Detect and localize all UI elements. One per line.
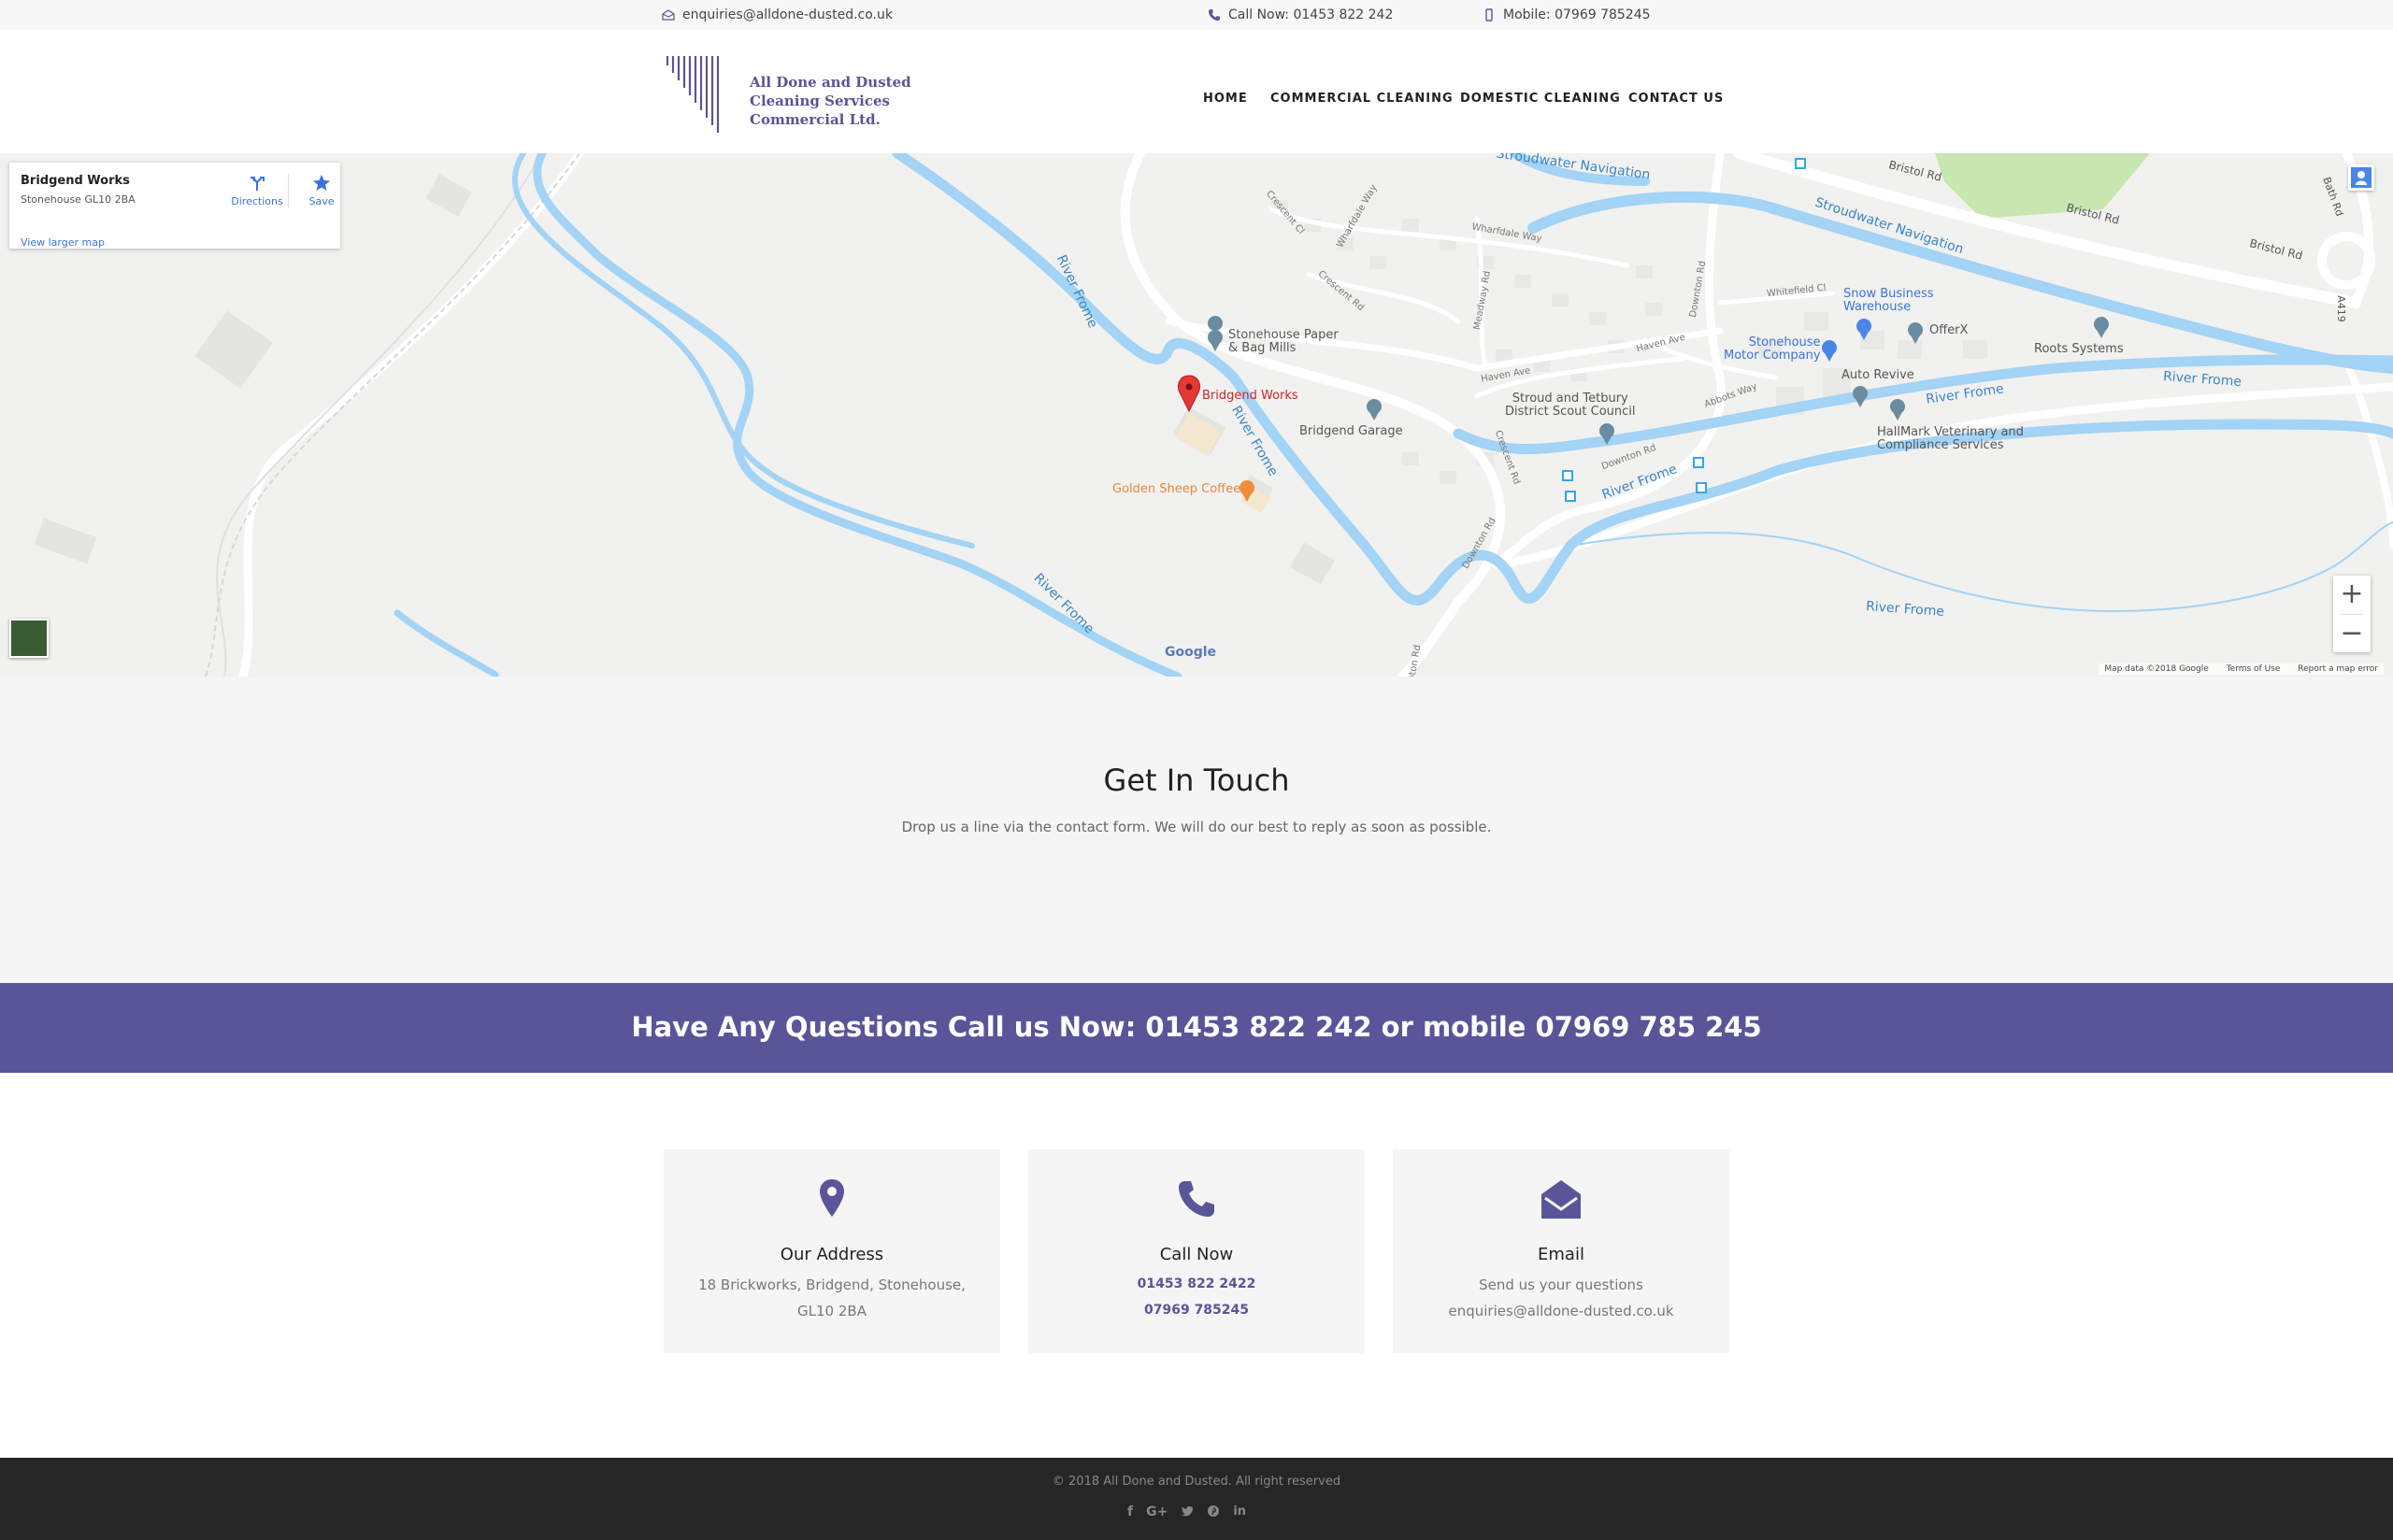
map-data-credit: Map data ©2018 Google (2104, 664, 2209, 674)
embedded-map[interactable]: Stroudwater Navigation Stroudwater Navig… (0, 153, 2393, 677)
save-button[interactable]: Save (295, 174, 348, 207)
section-subtitle: Drop us a line via the contact form. We … (901, 819, 1492, 835)
place-address: Stonehouse GL10 2BA (21, 193, 136, 206)
map-label: Bridgend Garage (1299, 424, 1403, 438)
linkedin-icon[interactable]: in (1233, 1504, 1246, 1519)
address-line-2: GL10 2BA (797, 1303, 867, 1319)
map-label-line: & Bag Mills (1228, 341, 1297, 355)
address-line-1: 18 Brickworks, Bridgend, Stonehouse, (698, 1276, 966, 1293)
topbar-email[interactable]: enquiries@alldone-dusted.co.uk (662, 7, 893, 22)
star-icon (313, 175, 330, 191)
call-card-title: Call Now (1159, 1245, 1234, 1264)
map-label-line: Stroud and Tetbury (1512, 392, 1628, 406)
copyright: © 2018 All Done and Dusted. All right re… (1052, 1475, 1341, 1489)
logo[interactable]: All Done and Dusted Cleaning Services Co… (664, 52, 935, 138)
map-label-line: HallMark Veterinary and (1877, 425, 2024, 439)
place-title: Bridgend Works (21, 174, 130, 188)
email-address[interactable]: enquiries@alldone-dusted.co.uk (1393, 1303, 1729, 1319)
map-label-line: Motor Company (1724, 349, 1821, 363)
save-label: Save (308, 195, 335, 207)
zoom-out-button[interactable]: − (2333, 615, 2371, 652)
call-banner-text: Have Any Questions Call us Now: 01453 82… (631, 1011, 1762, 1043)
street-view-pegman[interactable] (2348, 164, 2374, 191)
google-logo: Google (1165, 645, 1217, 660)
logo-mark (666, 56, 720, 133)
map-marker-label: Bridgend Works (1202, 389, 1298, 403)
envelope-icon (662, 9, 675, 21)
map-place-card: Bridgend Works Stonehouse GL10 2BA View … (9, 163, 340, 249)
google-plus-icon[interactable]: G+ (1146, 1504, 1168, 1519)
email-card-title: Email (1538, 1245, 1584, 1264)
call-mobile-number[interactable]: 07969 785245 (1028, 1303, 1365, 1318)
twitter-icon[interactable] (1181, 1504, 1194, 1518)
map-label-line: Snow Business (1843, 287, 1934, 301)
map-label: OfferX (1929, 323, 1969, 337)
card-divider (288, 174, 289, 207)
nav-contact-us[interactable]: CONTACT US (1628, 92, 1724, 106)
email-line-1: Send us your questions (1479, 1276, 1643, 1293)
map-label-line: Stonehouse (1748, 335, 1821, 349)
nav-commercial-cleaning[interactable]: COMMERCIAL CLEANING (1270, 92, 1454, 106)
phone-icon (1179, 1181, 1214, 1217)
logo-text: All Done and Dusted Cleaning Services Co… (750, 73, 911, 129)
phone-icon (1209, 9, 1220, 21)
nav-domestic-cleaning[interactable]: DOMESTIC CLEANING (1460, 92, 1621, 106)
zoom-control: + − (2333, 576, 2371, 652)
topbar-email-text: enquiries@alldone-dusted.co.uk (682, 7, 893, 22)
map-attribution: Map data ©2018 Google Terms of Use Repor… (2099, 663, 2384, 675)
call-card: Call Now 01453 822 2422 07969 785245 (1028, 1149, 1365, 1353)
get-in-touch-section: Get In Touch Drop us a line via the cont… (0, 677, 2393, 983)
map-label: A419 (2334, 295, 2347, 322)
terms-of-use-link[interactable]: Terms of Use (2227, 664, 2281, 674)
topbar-mobile-text: Mobile: 07969 785245 (1503, 7, 1651, 22)
mobile-icon (1485, 8, 1493, 21)
topbar-mobile[interactable]: Mobile: 07969 785245 (1483, 7, 1651, 22)
map-label-line: Warehouse (1843, 300, 1912, 314)
open-envelope-icon (1541, 1180, 1581, 1219)
report-map-error-link[interactable]: Report a map error (2298, 664, 2378, 674)
map-label: Roots Systems (2034, 342, 2124, 356)
topbar-call-text: Call Now: 01453 822 242 (1228, 7, 1394, 22)
map-label-line: Stonehouse Paper (1228, 328, 1339, 342)
email-card: Email Send us your questions enquiries@a… (1393, 1149, 1729, 1353)
map-label: Auto Revive (1841, 368, 1914, 382)
address-card: Our Address 18 Brickworks, Bridgend, Sto… (664, 1149, 1000, 1353)
view-larger-map-link[interactable]: View larger map (21, 236, 105, 249)
address-card-title: Our Address (780, 1245, 884, 1264)
directions-label: Directions (231, 195, 283, 207)
site-header: All Done and Dusted Cleaning Services Co… (0, 30, 2393, 153)
call-phone-number[interactable]: 01453 822 2422 (1028, 1276, 1365, 1291)
location-marker (1177, 375, 1201, 413)
pegman-icon (2351, 167, 2372, 188)
directions-icon (251, 177, 265, 191)
map-label-line: Compliance Services (1877, 438, 2004, 452)
nav-home[interactable]: HOME (1203, 92, 1248, 106)
map-label: Golden Sheep Coffee (1112, 482, 1241, 496)
section-title: Get In Touch (1103, 763, 1290, 798)
site-footer: © 2018 All Done and Dusted. All right re… (0, 1458, 2393, 1540)
top-bar: enquiries@alldone-dusted.co.uk Call Now:… (0, 0, 2393, 30)
logo-line-2: Cleaning Services (750, 93, 890, 109)
logo-line-3: Commercial Ltd. (750, 111, 881, 128)
logo-line-1: All Done and Dusted (750, 74, 911, 91)
social-links: f G+ in (1127, 1504, 1246, 1519)
pinterest-icon[interactable] (1207, 1504, 1220, 1518)
call-banner: Have Any Questions Call us Now: 01453 82… (0, 983, 2393, 1073)
facebook-icon[interactable]: f (1127, 1504, 1133, 1519)
map-canvas (34, 153, 2393, 677)
map-label: Stonehouse Motor Company (1724, 336, 1821, 363)
satellite-toggle[interactable] (9, 619, 49, 658)
map-label: Snow Business Warehouse (1843, 288, 1934, 314)
directions-button[interactable]: Directions (231, 174, 283, 207)
map-label-line: District Scout Council (1505, 405, 1636, 419)
topbar-call[interactable]: Call Now: 01453 822 242 (1208, 7, 1393, 22)
contact-cards: Our Address 18 Brickworks, Bridgend, Sto… (0, 1073, 2393, 1458)
zoom-in-button[interactable]: + (2333, 576, 2371, 613)
map-label: Stonehouse Paper & Bag Mills (1228, 329, 1339, 355)
map-label: Stroud and Tetbury District Scout Council (1505, 392, 1636, 419)
map-label: HallMark Veterinary and Compliance Servic… (1877, 426, 2024, 452)
location-pin-icon (820, 1179, 844, 1217)
